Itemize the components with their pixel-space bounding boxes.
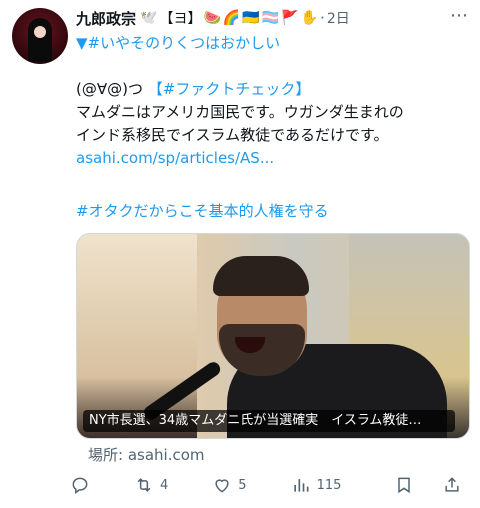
post-line-3: インド系移民でイスラム教徒であるだけです。: [76, 126, 389, 144]
repost-count: 4: [160, 477, 169, 493]
author-badges: 🕊️ 【ヨ】 🍉 🌈 🇺🇦 🏳️‍⚧️ 🚩 ✋: [140, 8, 318, 28]
hashtag-otaku[interactable]: #オタクだからこそ基本的人権を守る: [76, 200, 329, 222]
heart-icon: [215, 479, 229, 493]
avatar-face: [34, 26, 46, 38]
author-name[interactable]: 九郎政宗: [76, 8, 136, 29]
article-link[interactable]: asahi.com/sp/articles/AS...: [76, 147, 274, 169]
views-icon: [293, 479, 309, 492]
link-preview-card[interactable]: NY市長選、34歳マムダニ氏が当選確実 イスラム教徒…: [76, 233, 470, 439]
kaomoji: (@∀@)つ: [76, 80, 143, 98]
action-bar: 4 5 115: [70, 472, 472, 498]
post-line-1: (@∀@)つ 【#ファクトチェック】: [76, 78, 310, 100]
repost-icon: [137, 478, 151, 492]
share-button[interactable]: [442, 475, 462, 495]
avatar-figure: [28, 18, 52, 62]
card-caption: NY市長選、34歳マムダニ氏が当選確実 イスラム教徒…: [83, 410, 455, 432]
badge-red-flag: 🚩: [281, 10, 299, 26]
badge-ukraine-flag: 🇺🇦: [242, 10, 260, 26]
repost-button[interactable]: 4: [134, 475, 168, 495]
reply-icon: [72, 477, 88, 494]
separator-dot: ·: [320, 9, 325, 27]
reply-button[interactable]: [70, 475, 90, 495]
share-icon: [445, 477, 459, 492]
like-button[interactable]: 5: [212, 475, 247, 495]
bookmark-icon: [398, 477, 410, 494]
badge-rainbow: 🌈: [222, 10, 241, 26]
badge-dove: 🕊️: [140, 10, 158, 26]
badge-hand: ✋: [300, 10, 319, 26]
avatar[interactable]: [12, 8, 68, 64]
bookmark-button[interactable]: [394, 475, 414, 495]
photo-hair: [213, 256, 309, 296]
post-time[interactable]: 2日: [327, 8, 350, 28]
photo-background-left: [77, 234, 197, 438]
views-button[interactable]: 115: [291, 475, 342, 495]
post-header: 九郎政宗 🕊️ 【ヨ】 🍉 🌈 🇺🇦 🏳️‍⚧️ 🚩 ✋ · 2日: [76, 6, 468, 30]
hashtag-line[interactable]: ▼#いやそのりくつはおかしい: [76, 32, 280, 54]
more-options-icon[interactable]: ⋯: [450, 6, 468, 26]
badge-watermelon: 🍉: [203, 10, 221, 26]
view-count: 115: [316, 477, 342, 493]
card-source[interactable]: 場所: asahi.com: [88, 444, 205, 465]
like-count: 5: [238, 477, 247, 493]
post-line-2: マムダニはアメリカ国民です。ウガンダ生まれの: [76, 103, 404, 121]
badge-yo: 【ヨ】: [159, 11, 202, 27]
badge-trans-flag: 🏳️‍⚧️: [261, 10, 280, 26]
factcheck-hashtag[interactable]: 【#ファクトチェック】: [148, 80, 311, 98]
